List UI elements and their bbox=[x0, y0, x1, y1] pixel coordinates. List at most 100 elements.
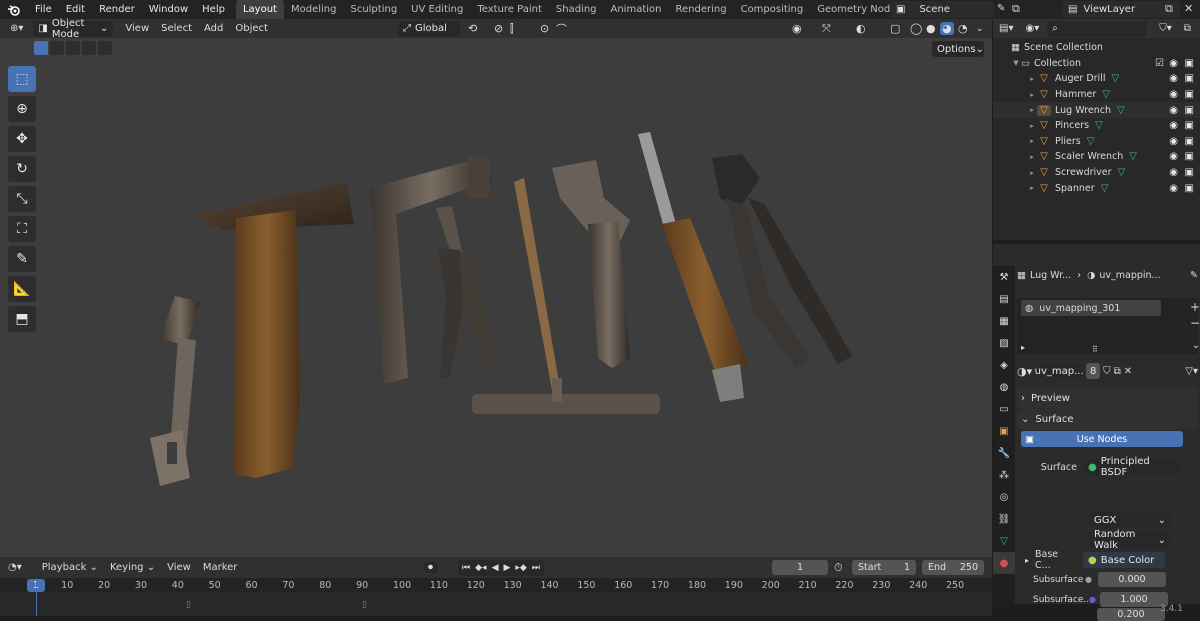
camera-icon[interactable]: ▣ bbox=[1185, 183, 1194, 194]
mesh-data-icon[interactable]: ▽ bbox=[1101, 183, 1109, 194]
tab-texture-paint[interactable]: Texture Paint bbox=[470, 0, 549, 19]
expand-icon[interactable]: ▸ bbox=[1027, 75, 1037, 83]
expand-list-icon[interactable]: ▸ bbox=[1021, 343, 1025, 352]
hammer-model[interactable] bbox=[194, 182, 354, 478]
tab-animation[interactable]: Animation bbox=[604, 0, 669, 19]
editor-type-icon[interactable]: ⊕▾ bbox=[0, 23, 29, 34]
filter-icon[interactable]: ⛉▾ bbox=[1153, 23, 1178, 34]
jump-end-icon[interactable]: ⏭ bbox=[532, 563, 540, 573]
mesh-data-icon[interactable]: ▽ bbox=[1129, 151, 1137, 162]
expand-icon[interactable]: ▸ bbox=[1027, 153, 1037, 161]
camera-icon[interactable]: ▣ bbox=[1185, 120, 1194, 131]
blender-logo-icon[interactable] bbox=[0, 4, 28, 16]
material-name-field[interactable]: uv_map... bbox=[1035, 363, 1084, 379]
prev-keyframe-icon[interactable]: ◆◂ bbox=[475, 563, 486, 573]
constraints-tab-icon[interactable]: ⛓ bbox=[993, 508, 1015, 530]
output-tab-icon[interactable]: ▦ bbox=[993, 310, 1015, 332]
material-shading-icon[interactable]: ◕ bbox=[940, 22, 954, 35]
gizmo-icon[interactable]: ⤧ bbox=[822, 22, 831, 36]
tab-shading[interactable]: Shading bbox=[549, 0, 604, 19]
select-menu[interactable]: Select bbox=[155, 23, 198, 34]
use-nodes-button[interactable]: ▣ Use Nodes bbox=[1021, 431, 1183, 447]
world-tab-icon[interactable]: ◍ bbox=[993, 376, 1015, 398]
base-color-field[interactable]: ● Base Color bbox=[1083, 552, 1166, 568]
tab-uv-editing[interactable]: UV Editing bbox=[404, 0, 470, 19]
timeline-editor-icon[interactable]: ◔▾ bbox=[0, 562, 28, 573]
outliner-object-scaler-wrench[interactable]: ▸ ▽ Scaler Wrench ▽ ◉ ▣ bbox=[993, 149, 1200, 165]
eye-icon[interactable]: ◉ bbox=[1169, 183, 1178, 194]
expand-icon[interactable]: ▸ bbox=[1027, 169, 1037, 177]
data-tab-icon[interactable]: ▽ bbox=[993, 530, 1015, 552]
timeline-view-menu[interactable]: View bbox=[161, 562, 197, 573]
playhead[interactable] bbox=[36, 578, 37, 616]
camera-icon[interactable]: ▣ bbox=[1185, 58, 1194, 69]
eye-icon[interactable]: ◉ bbox=[1169, 73, 1178, 84]
eye-icon[interactable]: ◉ bbox=[1169, 120, 1178, 131]
spanner-model[interactable] bbox=[150, 296, 200, 486]
pliers-model[interactable] bbox=[436, 206, 500, 378]
expand-icon[interactable]: ▸ bbox=[1027, 106, 1037, 114]
transform-orientation-selector[interactable]: ⤢ Global bbox=[398, 20, 460, 37]
display-mode-icon[interactable]: ◉▾ bbox=[1019, 23, 1045, 34]
scene-tab-icon[interactable]: ◈ bbox=[993, 354, 1015, 376]
record-icon[interactable]: ⏺ bbox=[424, 562, 437, 573]
pivot-icon[interactable]: ⟲ bbox=[468, 22, 477, 35]
expand-icon[interactable]: ▸ bbox=[1025, 556, 1029, 565]
subsurface-field[interactable]: 0.000 bbox=[1097, 572, 1166, 587]
start-frame-field[interactable]: Start 1 bbox=[852, 560, 916, 575]
camera-icon[interactable]: ▣ bbox=[1185, 105, 1194, 116]
render-tab-icon[interactable]: ▤ bbox=[993, 288, 1015, 310]
proportional-edit-icon[interactable]: ⊙ bbox=[540, 22, 549, 35]
shading-options-icon[interactable]: ⌄ bbox=[976, 24, 984, 34]
resize-handle-icon[interactable]: ⠿ bbox=[1092, 345, 1098, 354]
eye-icon[interactable]: ◉ bbox=[1169, 89, 1178, 100]
eye-icon[interactable]: ◉ bbox=[1169, 58, 1178, 69]
camera-icon[interactable]: ▣ bbox=[1185, 167, 1194, 178]
add-slot-icon[interactable]: + bbox=[1190, 300, 1200, 314]
menu-window[interactable]: Window bbox=[142, 0, 195, 19]
outliner-object-auger-drill[interactable]: ▸ ▽ Auger Drill ▽ ◉ ▣ bbox=[993, 71, 1200, 87]
subsurface-method-dropdown[interactable]: Random Walk ⌄ bbox=[1089, 529, 1171, 551]
users-count[interactable]: 8 bbox=[1086, 363, 1101, 379]
slot-menu-icon[interactable]: ⌄ bbox=[1192, 340, 1200, 351]
play-reverse-icon[interactable]: ◀ bbox=[492, 563, 499, 573]
collapse-icon[interactable]: ▼ bbox=[1011, 59, 1021, 67]
tab-layout[interactable]: Layout bbox=[235, 0, 284, 19]
3d-viewport[interactable]: Options ⌄ ⬚ ⊕ ✥ ↻ ⤡ ⛶ ✎ 📐 ⬒ bbox=[0, 38, 992, 557]
pin-icon[interactable]: ✎ bbox=[997, 3, 1005, 14]
overlay-icon[interactable]: ◐ bbox=[856, 22, 866, 35]
view-layer-tab-icon[interactable]: ▧ bbox=[993, 332, 1015, 354]
scene-tools-render[interactable] bbox=[0, 38, 992, 557]
expand-icon[interactable]: ▸ bbox=[1027, 122, 1037, 130]
outliner-object-pincers[interactable]: ▸ ▽ Pincers ▽ ◉ ▣ bbox=[993, 118, 1200, 134]
fake-user-icon[interactable]: ⛉ bbox=[1103, 366, 1111, 377]
view-menu[interactable]: View bbox=[119, 23, 155, 34]
snap-target-icon[interactable]: ⫿ bbox=[510, 22, 514, 36]
subsurface-radius-y-field[interactable]: 0.200 bbox=[1097, 608, 1165, 621]
outliner-collection[interactable]: ▼ ▭ Collection ☑ ◉ ▣ bbox=[993, 56, 1200, 72]
solid-shading-icon[interactable]: ● bbox=[926, 22, 936, 35]
collection-tab-icon[interactable]: ▭ bbox=[993, 398, 1015, 420]
menu-file[interactable]: File bbox=[28, 0, 59, 19]
tab-rendering[interactable]: Rendering bbox=[668, 0, 733, 19]
mesh-data-icon[interactable]: ▽ bbox=[1118, 167, 1126, 178]
falloff-icon[interactable]: ⌒ bbox=[556, 21, 567, 37]
scene-selector[interactable]: ▣ Scene bbox=[890, 1, 994, 18]
distribution-dropdown[interactable]: GGX ⌄ bbox=[1089, 512, 1171, 528]
expand-icon[interactable]: ▸ bbox=[1027, 91, 1037, 99]
material-browse-icon[interactable]: ◑▾ bbox=[1017, 365, 1032, 378]
clock-icon[interactable]: ⏱ bbox=[834, 561, 843, 575]
marker-menu[interactable]: Marker bbox=[197, 562, 244, 573]
material-slot-item[interactable]: ◍ uv_mapping_301 bbox=[1021, 300, 1161, 316]
mesh-data-icon[interactable]: ▽ bbox=[1117, 105, 1125, 116]
tab-compositing[interactable]: Compositing bbox=[734, 0, 811, 19]
menu-edit[interactable]: Edit bbox=[59, 0, 92, 19]
add-menu[interactable]: Add bbox=[198, 23, 229, 34]
current-frame-field[interactable]: 1 bbox=[772, 560, 828, 575]
new-collection-icon[interactable]: ⧉ bbox=[1178, 23, 1197, 34]
preview-section[interactable]: › Preview bbox=[1017, 388, 1198, 408]
xray-icon[interactable]: ▢ bbox=[890, 22, 900, 35]
scroll-handle-icon[interactable]: ▯ bbox=[362, 600, 367, 610]
remove-slot-icon[interactable]: − bbox=[1190, 316, 1200, 330]
modifier-tab-icon[interactable]: 🔧 bbox=[993, 442, 1015, 464]
